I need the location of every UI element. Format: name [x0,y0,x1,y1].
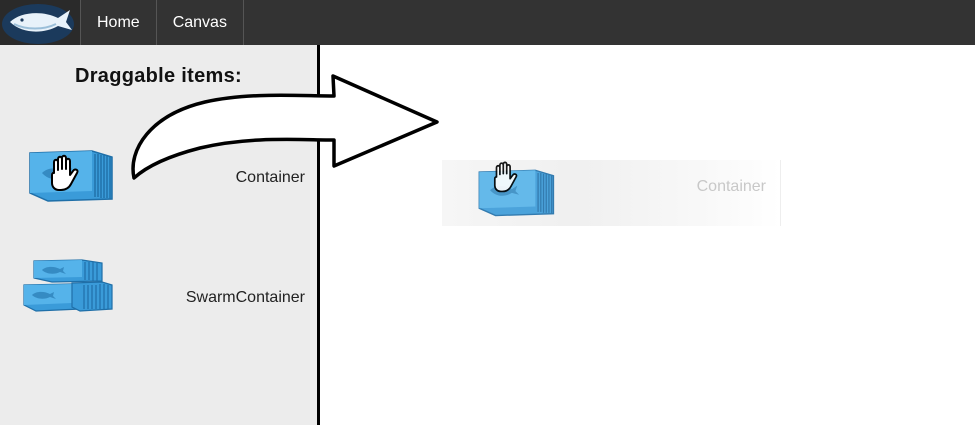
palette-item-swarm-container[interactable]: SwarmContainer [0,259,317,335]
whale-logo-icon[interactable] [0,0,81,45]
drag-preview-label: Container [696,178,766,195]
palette-sidebar: Draggable items: Container SwarmContaine… [0,45,320,425]
palette-title: Draggable items: [74,65,243,87]
swarm-container-icon [22,259,117,324]
drag-preview-container: Container [442,160,781,226]
canvas-area[interactable]: Container [320,45,975,425]
nav-home-link[interactable]: Home [81,0,157,45]
navbar: Home Canvas [0,0,975,45]
hand-grab-icon [488,160,522,199]
palette-item-label: Container [235,169,305,186]
palette-item-label: SwarmContainer [185,289,305,306]
hand-grab-icon [44,153,84,198]
nav-canvas-link[interactable]: Canvas [157,0,244,45]
palette-item-container[interactable]: Container [0,145,317,215]
